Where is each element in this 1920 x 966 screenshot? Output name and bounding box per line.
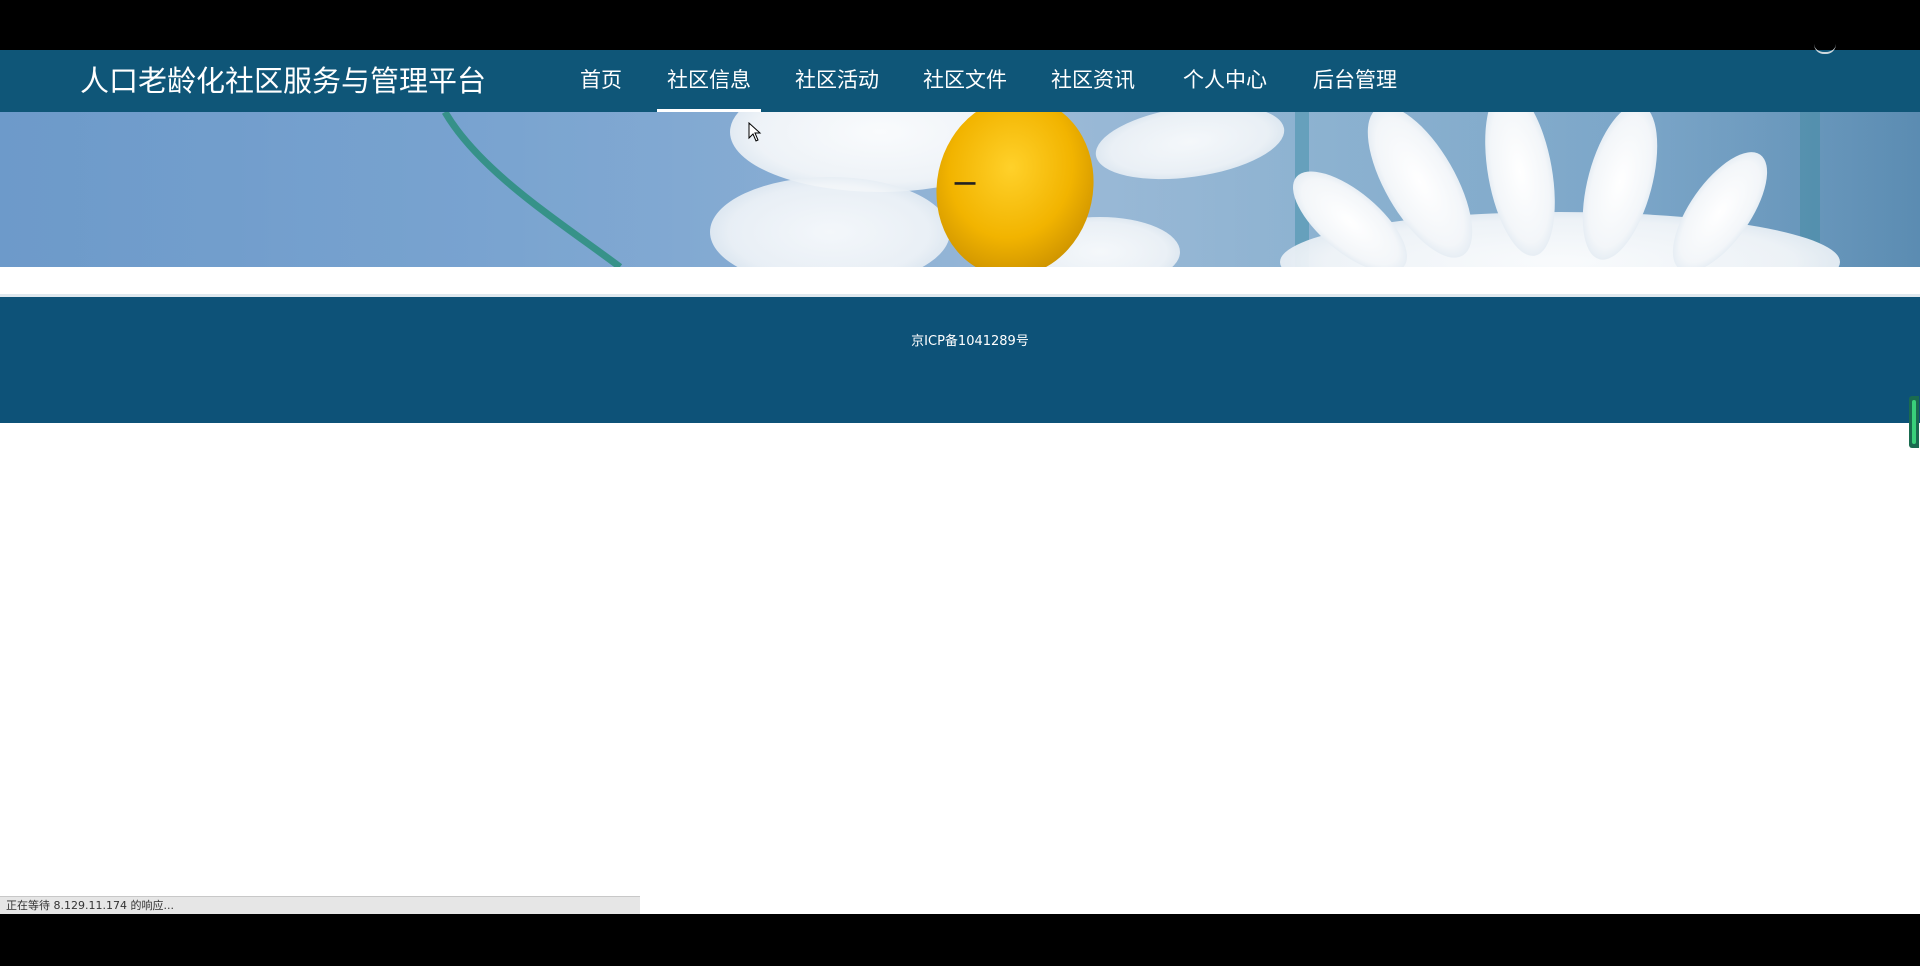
- mouse-cursor-icon: [748, 122, 762, 142]
- screen-frame: 人口老龄化社区服务与管理平台 首页 社区信息 社区活动 社区文件 社区资讯 个人…: [0, 0, 1920, 966]
- page-footer: 京ICP备1041289号: [0, 294, 1920, 423]
- nav-item-personal-center[interactable]: 个人中心: [1183, 65, 1267, 112]
- nav-item-community-activity[interactable]: 社区活动: [795, 65, 879, 112]
- side-scroll-tab[interactable]: [1909, 396, 1919, 448]
- browser-status-bar: 正在等待 8.129.11.174 的响应...: [0, 896, 640, 914]
- nav-item-community-info[interactable]: 社区信息: [657, 65, 761, 112]
- banner-title: 一: [953, 173, 976, 198]
- nav-item-admin[interactable]: 后台管理: [1313, 65, 1397, 112]
- top-navbar: 人口老龄化社区服务与管理平台 首页 社区信息 社区活动 社区文件 社区资讯 个人…: [0, 50, 1920, 112]
- browser-viewport: 人口老龄化社区服务与管理平台 首页 社区信息 社区活动 社区文件 社区资讯 个人…: [0, 50, 1920, 914]
- nav-item-community-news[interactable]: 社区资讯: [1051, 65, 1135, 112]
- hero-banner: 一: [0, 112, 1920, 267]
- nav-item-community-files[interactable]: 社区文件: [923, 65, 1007, 112]
- status-text: 正在等待 8.129.11.174 的响应...: [6, 899, 174, 912]
- site-title[interactable]: 人口老龄化社区服务与管理平台: [80, 61, 486, 101]
- nav-item-home[interactable]: 首页: [580, 65, 622, 112]
- icp-record: 京ICP备1041289号: [911, 334, 1029, 349]
